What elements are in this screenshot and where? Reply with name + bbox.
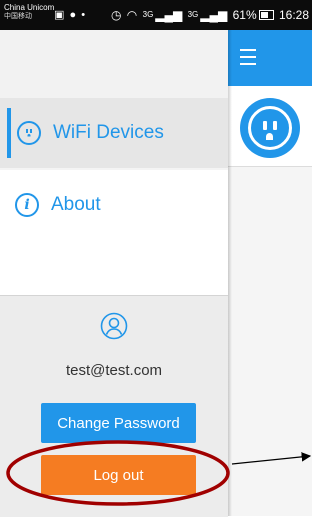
main-content	[228, 30, 312, 516]
carrier-name: China Unicom	[4, 3, 55, 12]
info-icon: i	[15, 193, 39, 217]
drawer-footer: test@test.com Change Password Log out	[0, 295, 228, 517]
wifi-device-icon	[17, 121, 41, 145]
logout-button[interactable]: Log out	[41, 455, 196, 495]
drawer-item-label: WiFi Devices	[53, 122, 164, 143]
active-indicator	[7, 108, 11, 158]
drawer-shadow	[228, 30, 232, 516]
signal-icon-1: 3G	[142, 10, 154, 19]
drawer-item-about[interactable]: i About	[0, 170, 228, 240]
battery-percent: 61%	[232, 8, 257, 22]
drawer-spacer	[0, 240, 228, 295]
user-email: test@test.com	[65, 362, 163, 379]
signal-bars-icon-2: ▂▄▆	[200, 8, 228, 22]
image-notification-icon: ▣	[54, 9, 66, 21]
change-password-button[interactable]: Change Password	[41, 403, 196, 443]
hamburger-icon[interactable]	[240, 49, 256, 70]
signal-bars-icon-1: ▂▄▆	[155, 8, 183, 22]
drawer-item-label: About	[51, 194, 101, 215]
user-icon	[100, 312, 128, 340]
paw-notification-icon: •	[81, 9, 87, 21]
drawer-header	[0, 30, 228, 98]
clock: 16:28	[278, 8, 309, 22]
carrier-info: China Unicom 中国移动	[4, 3, 54, 21]
status-bar: China Unicom 中国移动 ▣ ● • ◷ ◠ 3G ▂▄▆ 3G ▂▄▆ …	[0, 0, 312, 30]
notification-icons: ▣ ● •	[54, 9, 86, 21]
app-notification-icon: ●	[69, 9, 78, 21]
carrier-name-secondary: 中国移动	[4, 13, 32, 20]
alarm-icon: ◷	[110, 8, 122, 22]
app-bar	[228, 30, 312, 86]
signal-icon-2: 3G	[187, 10, 199, 19]
status-right: ◷ ◠ 3G ▂▄▆ 3G ▂▄▆ 61% 16:28	[109, 8, 309, 22]
battery-icon	[258, 10, 274, 20]
navigation-drawer: WiFi Devices i About test@test.com Chang…	[0, 30, 228, 517]
power-outlet-icon	[240, 98, 300, 158]
wifi-icon: ◠	[126, 8, 138, 22]
drawer-item-wifi-devices[interactable]: WiFi Devices	[0, 98, 228, 168]
device-list-item[interactable]	[228, 86, 312, 167]
